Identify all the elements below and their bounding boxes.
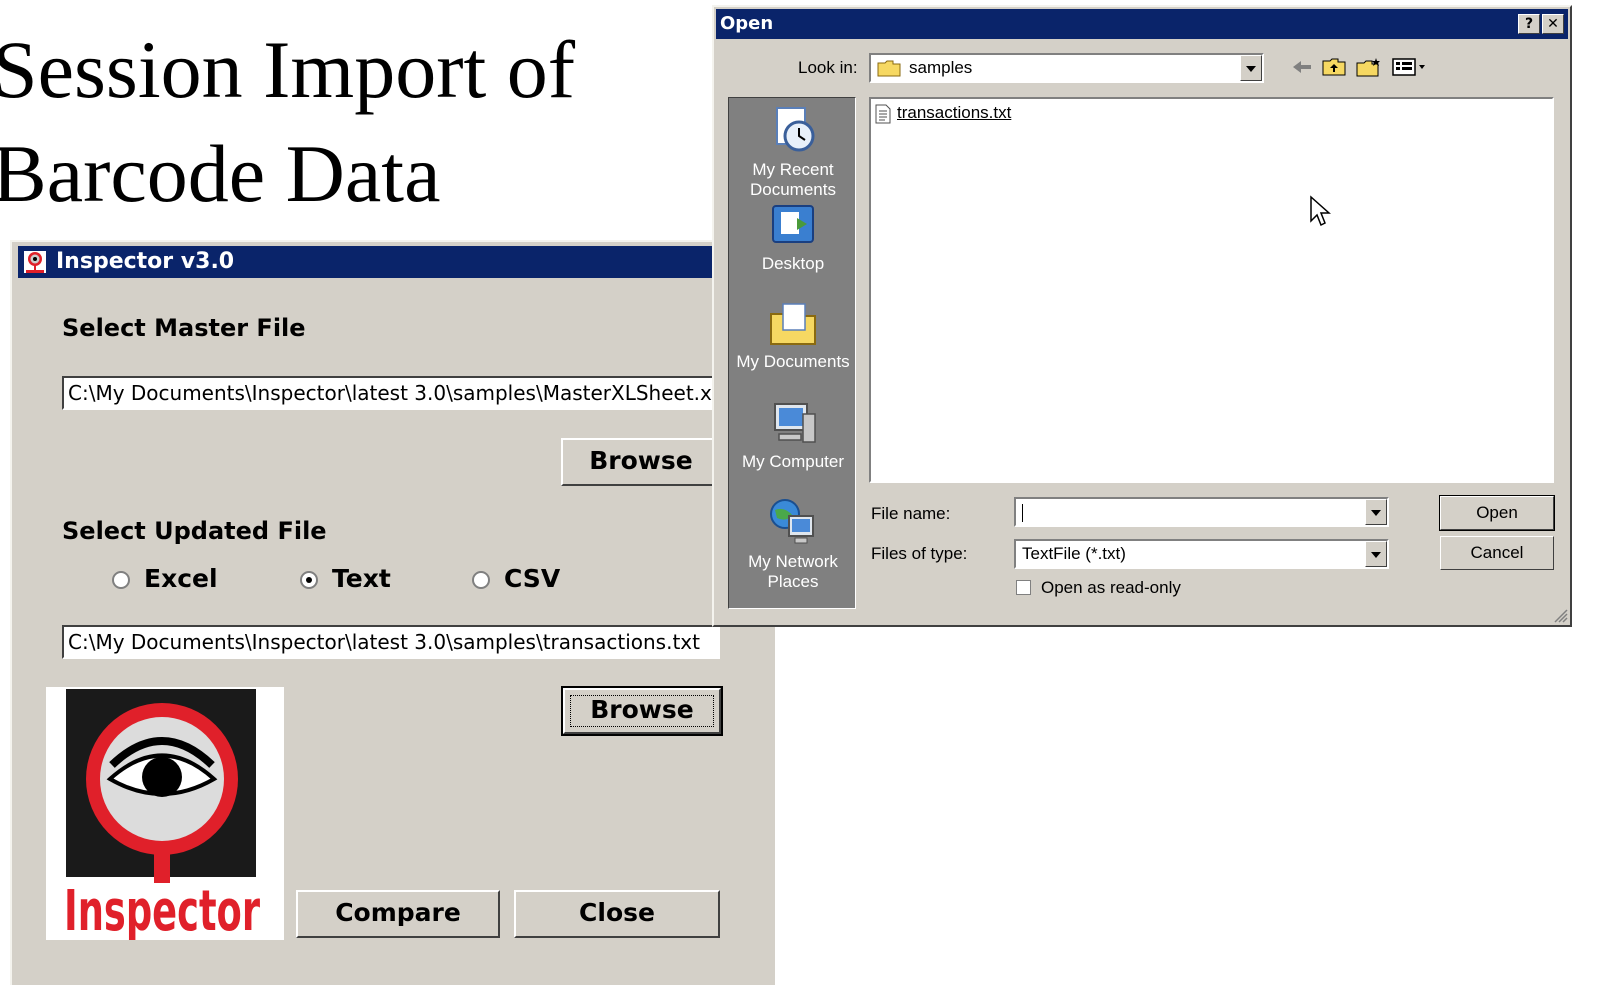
my-documents-icon [770, 303, 816, 345]
new-folder-icon[interactable] [1356, 57, 1382, 77]
inspector-title-bar[interactable]: Inspector v3.0 [18, 246, 775, 278]
look-in-label: Look in: [798, 58, 858, 77]
recent-documents-icon [776, 107, 815, 152]
inspector-app-icon [24, 251, 46, 273]
place-my-computer-label: My Computer [741, 452, 845, 471]
views-menu-icon[interactable] [1392, 57, 1428, 77]
place-my-documents[interactable]: My Documents [729, 300, 857, 372]
radio-csv[interactable]: CSV [472, 564, 560, 593]
updated-file-label: Select Updated File [62, 517, 327, 545]
close-button[interactable]: Close [514, 890, 720, 938]
radio-text-label: Text [332, 564, 391, 593]
slide-title: Session Import of Barcode Data [0, 18, 692, 226]
place-my-documents-label: My Documents [736, 352, 850, 371]
place-network-line1: My Network [748, 552, 838, 571]
file-item-name: transactions.txt [897, 103, 1012, 122]
focus-rect [570, 695, 714, 727]
slide-title-line1: Session Import of [0, 24, 576, 115]
up-folder-icon[interactable] [1322, 57, 1346, 77]
close-dialog-button[interactable]: ✕ [1542, 14, 1564, 34]
files-of-type-value: TextFile (*.txt) [1022, 544, 1126, 563]
look-in-value: samples [909, 58, 973, 77]
file-item[interactable]: transactions.txt [875, 103, 1011, 124]
place-network-places[interactable]: My Network Places [729, 496, 857, 592]
inspector-logo-graphic: Inspector [64, 689, 260, 944]
radio-csv-indicator [472, 571, 490, 589]
help-button[interactable]: ? [1518, 14, 1540, 34]
place-network-line2: Places [767, 572, 819, 591]
file-name-combo[interactable] [1014, 497, 1389, 527]
resize-grip-icon[interactable] [1552, 607, 1568, 623]
radio-excel-label: Excel [144, 564, 218, 593]
open-dialog: Open ? ✕ Look in: samples My Recent Docu… [712, 5, 1572, 627]
logo-text: Inspector [64, 879, 260, 940]
place-recent-line1: My Recent [752, 160, 834, 179]
place-recent-line2: Documents [750, 180, 836, 199]
look-in-combo[interactable]: samples [869, 53, 1264, 83]
read-only-checkbox-box[interactable] [1016, 580, 1031, 595]
slide-title-line2: Barcode Data [0, 128, 441, 219]
files-of-type-label: Files of type: [871, 544, 968, 563]
place-desktop-label: Desktop [761, 254, 825, 273]
open-button[interactable]: Open [1439, 495, 1555, 531]
back-icon[interactable] [1290, 57, 1314, 77]
read-only-label: Open as read-only [1041, 578, 1181, 597]
file-name-label: File name: [871, 504, 951, 523]
place-desktop[interactable]: Desktop [729, 202, 857, 274]
place-recent-documents[interactable]: My Recent Documents [729, 104, 857, 200]
browse-master-button[interactable]: Browse [561, 438, 721, 486]
look-in-dropdown-icon[interactable] [1240, 55, 1262, 81]
desktop-icon [772, 205, 814, 243]
my-computer-icon [774, 403, 816, 443]
open-dialog-title-bar[interactable]: Open ? ✕ [716, 9, 1568, 39]
files-of-type-combo[interactable]: TextFile (*.txt) [1014, 539, 1389, 569]
master-file-label: Select Master File [62, 314, 306, 342]
file-list[interactable]: transactions.txt [869, 97, 1554, 483]
places-bar: My Recent Documents Desktop My Documents [728, 97, 856, 609]
file-name-dropdown-icon[interactable] [1365, 499, 1387, 525]
inspector-title: Inspector v3.0 [56, 249, 235, 274]
text-file-icon [875, 104, 891, 124]
mouse-cursor-icon [1310, 195, 1331, 227]
folder-icon [877, 60, 901, 77]
read-only-checkbox[interactable]: Open as read-only [1016, 578, 1181, 598]
radio-text[interactable]: Text [300, 564, 391, 593]
files-of-type-dropdown-icon[interactable] [1365, 541, 1387, 567]
inspector-logo: Inspector [46, 687, 284, 944]
place-my-computer[interactable]: My Computer [729, 400, 857, 472]
text-caret [1022, 503, 1023, 522]
updated-file-field[interactable]: C:\My Documents\Inspector\latest 3.0\sam… [62, 625, 720, 659]
browse-updated-button[interactable]: Browse [561, 686, 723, 736]
radio-csv-label: CSV [504, 564, 561, 593]
inspector-window: Inspector v3.0 Select Master File C:\My … [10, 240, 775, 985]
compare-button[interactable]: Compare [296, 890, 500, 938]
cancel-button[interactable]: Cancel [1440, 536, 1554, 570]
radio-excel-indicator [112, 571, 130, 589]
master-file-field[interactable]: C:\My Documents\Inspector\latest 3.0\sam… [62, 376, 762, 410]
radio-excel[interactable]: Excel [112, 564, 218, 593]
open-dialog-title: Open [720, 13, 774, 34]
network-places-icon [770, 499, 814, 544]
radio-text-indicator [300, 571, 318, 589]
